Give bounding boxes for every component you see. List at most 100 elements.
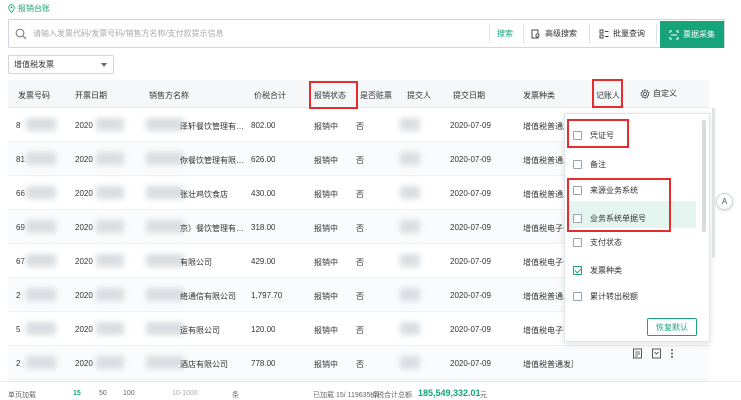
cell-total: 802.00: [251, 121, 276, 130]
page-size-range[interactable]: 10-1000: [172, 390, 198, 397]
table-scrollbar[interactable]: [712, 108, 715, 258]
advanced-search-label: 高级搜索: [545, 29, 577, 38]
checkbox-checked-icon[interactable]: [573, 265, 582, 275]
cell-seller-name: 运有限公司: [180, 326, 220, 335]
redacted-mask: [26, 118, 56, 131]
cell-total: 318.00: [251, 223, 276, 232]
redacted-mask: [146, 288, 184, 301]
highlight-business-system: [567, 178, 671, 232]
cell-submit-date: 2020-07-09: [450, 155, 491, 164]
col-invoice-code[interactable]: 发票号码: [18, 90, 50, 101]
col-invoice-date[interactable]: 开票日期: [75, 90, 107, 101]
document-search-icon: [531, 29, 540, 38]
cell-invoice-code: 2: [16, 359, 21, 368]
page-size-50[interactable]: 50: [99, 390, 107, 397]
cell-invoice-date: 2020: [75, 189, 93, 198]
column-option-label: 支付状态: [590, 237, 622, 247]
redacted-mask: [96, 322, 124, 335]
redacted-mask: [26, 152, 56, 165]
chevron-down-icon: [101, 63, 107, 67]
receipt-icon[interactable]: [651, 348, 662, 359]
column-option-label: 备注: [590, 159, 606, 169]
invoice-collect-button[interactable]: 票据采集: [660, 21, 724, 48]
checkbox-icon[interactable]: [573, 237, 582, 247]
page-size-unit: 条: [232, 392, 239, 399]
redacted-mask: [400, 254, 420, 267]
float-assistant-button[interactable]: A: [716, 193, 733, 210]
page-size-15[interactable]: 15: [73, 390, 81, 397]
redacted-mask: [96, 118, 124, 131]
redacted-mask: [96, 288, 124, 301]
col-seller-name[interactable]: 销售方名称: [149, 90, 189, 101]
checkbox-icon[interactable]: [573, 291, 582, 301]
col-submitter[interactable]: 提交人: [407, 90, 431, 101]
cell-seller-name: 有限公司: [180, 258, 212, 267]
cell-invoice-date: 2020: [75, 325, 93, 334]
redacted-mask: [96, 186, 124, 199]
separator: [523, 24, 524, 43]
cell-void: 否: [356, 326, 364, 335]
scan-icon: [669, 29, 679, 40]
page-size-100[interactable]: 100: [123, 390, 135, 397]
cell-seller-name: 络通信有限公司: [180, 292, 236, 301]
cell-submit-date: 2020-07-09: [450, 189, 491, 198]
redacted-mask: [400, 322, 420, 335]
invoice-type-select[interactable]: 增值税发票: [8, 55, 114, 74]
column-option-label: 发票种类: [590, 265, 622, 275]
cell-invoice-date: 2020: [75, 291, 93, 300]
col-submit-date[interactable]: 提交日期: [453, 90, 485, 101]
document-icon[interactable]: [632, 348, 643, 359]
redacted-mask: [146, 322, 184, 335]
cell-invoice-code: 8: [16, 121, 21, 130]
separator: [489, 24, 490, 43]
cell-void: 否: [356, 292, 364, 301]
redacted-mask: [26, 288, 56, 301]
cell-reimburse-status: 报销中: [314, 292, 338, 301]
cell-invoice-date: 2020: [75, 257, 93, 266]
redacted-mask: [146, 186, 184, 199]
separator: [589, 24, 590, 43]
cell-seller-name: 张壮鸡饮食店: [180, 190, 228, 199]
col-total[interactable]: 价税合计: [254, 90, 286, 101]
cell-seller-name: 京）餐饮管理有…: [180, 224, 244, 233]
column-option[interactable]: 累计转出税额: [573, 285, 638, 307]
redacted-mask: [146, 356, 184, 369]
table-row[interactable]: 2 2020 酒店有限公司 778.00 报销中 否 2020-07-09 增值…: [8, 346, 709, 380]
column-option[interactable]: 支付状态: [573, 231, 622, 253]
cell-void: 否: [356, 258, 364, 267]
batch-query-button[interactable]: 批量查询: [593, 20, 651, 47]
checkbox-icon[interactable]: [573, 159, 582, 169]
highlight-status-header: [309, 81, 358, 109]
cell-submit-date: 2020-07-09: [450, 359, 491, 368]
cell-void: 否: [356, 190, 364, 199]
cell-submit-date: 2020-07-09: [450, 257, 491, 266]
cell-invoice-date: 2020: [75, 155, 93, 164]
restore-default-button[interactable]: 恢复默认: [647, 318, 697, 336]
cell-seller-name: 泽轩餐饮管理有…: [180, 122, 244, 131]
redacted-mask: [146, 118, 184, 131]
total-amount: 185,549,332.01: [418, 388, 481, 398]
redacted-mask: [400, 152, 420, 165]
advanced-search-button[interactable]: 高级搜索: [525, 20, 583, 47]
cell-submit-date: 2020-07-09: [450, 291, 491, 300]
breadcrumb-label[interactable]: 报销台账: [18, 3, 50, 14]
custom-columns-label: 自定义: [653, 89, 677, 98]
search-button[interactable]: 搜索: [491, 20, 519, 47]
highlight-voucher-no: [567, 119, 629, 148]
location-pin-icon: [8, 4, 15, 13]
more-vertical-icon[interactable]: [670, 348, 674, 359]
breadcrumb: 报销台账: [8, 3, 50, 14]
redacted-mask: [96, 152, 124, 165]
dropdown-scrollbar[interactable]: [702, 120, 706, 232]
redacted-mask: [96, 356, 124, 369]
cell-total: 120.00: [251, 325, 276, 334]
search-icon: [15, 28, 27, 39]
custom-columns-button[interactable]: 自定义: [640, 88, 677, 99]
search-input[interactable]: [33, 29, 473, 38]
col-void[interactable]: 是否赃票: [360, 90, 392, 101]
batch-list-icon: [599, 29, 609, 38]
column-option[interactable]: 发票种类: [573, 259, 622, 281]
cell-reimburse-status: 报销中: [314, 258, 338, 267]
col-invoice-kind[interactable]: 发票种类: [523, 90, 555, 101]
column-option[interactable]: 备注: [573, 153, 606, 175]
